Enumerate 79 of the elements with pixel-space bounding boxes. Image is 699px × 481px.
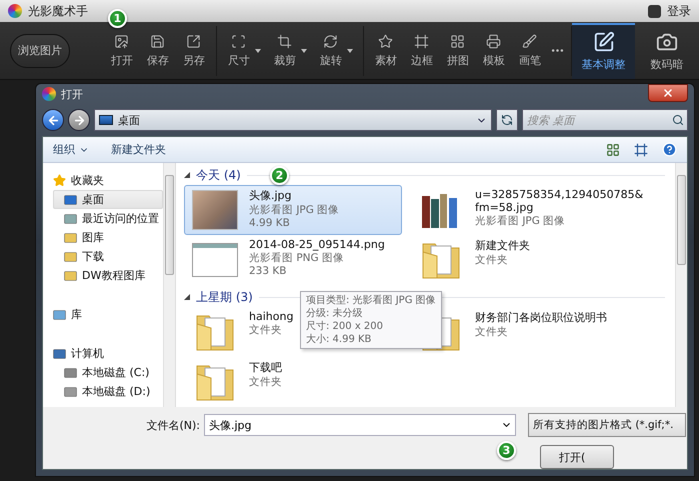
file-item[interactable]: 新建文件夹 文件夹	[410, 235, 665, 285]
toolbar-button[interactable]: 拼图	[442, 34, 474, 68]
file-type-dropdown[interactable]: 所有支持的图片格式 (*.gif;*.	[528, 413, 686, 437]
image-upload-icon	[114, 34, 130, 48]
command-button[interactable]: 新建文件夹	[111, 142, 166, 157]
file-item[interactable]: 2014-08-25_095144.png 光影看图 PNG 图像 233 KB	[184, 235, 402, 285]
star-icon	[53, 174, 66, 187]
file-item[interactable]: 下载吧 文件夹	[184, 357, 402, 407]
collapse-triangle-icon[interactable]	[184, 294, 190, 300]
close-button[interactable]	[648, 84, 688, 102]
nav-group[interactable]: 库	[53, 305, 163, 324]
address-bar[interactable]: 桌面	[94, 109, 492, 131]
dropdown-caret-icon[interactable]	[300, 48, 307, 52]
tooltip-line: 分级: 未分级	[306, 307, 363, 320]
open-button[interactable]: 打开(	[540, 445, 614, 469]
crop-icon	[277, 34, 292, 48]
edit-icon	[592, 31, 615, 53]
dropdown-caret-icon[interactable]	[346, 48, 353, 52]
login-link[interactable]: 登录	[667, 2, 691, 20]
file-item[interactable]: u=3285758354,1294050785&fm=58.jpg 光影看图 JPG 图像	[410, 185, 665, 235]
forward-button[interactable]	[68, 109, 90, 131]
dialog-title: 打开	[61, 86, 84, 102]
toolbar-button[interactable]: 尺寸	[222, 34, 255, 68]
brush-icon	[522, 34, 538, 48]
resize-icon	[231, 34, 246, 48]
nav-item[interactable]: DW教程图库	[53, 266, 163, 285]
app-title: 光影魔术手	[28, 2, 88, 20]
browse-button[interactable]: 浏览图片	[10, 34, 70, 68]
photo-placeholder	[192, 190, 238, 230]
nav-item[interactable]: 本地磁盘 (D:)	[53, 382, 163, 401]
back-button[interactable]	[42, 109, 64, 131]
dropdown-caret-icon[interactable]	[254, 48, 261, 52]
search-icon[interactable]	[672, 114, 684, 126]
app-logo-icon	[8, 4, 22, 18]
camera-icon	[656, 31, 678, 53]
toolbar-button[interactable]: 另存	[178, 34, 210, 68]
toolbar-button[interactable]: 素材	[370, 34, 402, 68]
grid-icon	[450, 34, 466, 48]
tooltip-line: 大小: 4.99 KB	[306, 333, 372, 346]
toolbar-button[interactable]: 旋转	[314, 34, 347, 68]
panel-tab[interactable]: 基本调整	[572, 22, 636, 78]
tooltip-line: 项目类型: 光影看图 JPG 图像	[306, 294, 436, 307]
tooltip-line: 尺寸: 200 x 200	[306, 320, 383, 333]
refresh-icon	[501, 114, 513, 126]
toolbar-button[interactable]: 画笔	[514, 34, 546, 68]
view-options-icon[interactable]	[606, 142, 620, 156]
toolbar-button[interactable]: 边框	[406, 34, 438, 68]
export-icon	[186, 34, 202, 48]
nav-group[interactable]: 计算机	[53, 344, 163, 363]
help-icon[interactable]	[662, 142, 677, 157]
search-field[interactable]: 搜索 桌面	[522, 109, 688, 131]
filename-field[interactable]: 头像.jpg	[204, 414, 516, 436]
app-logo-icon	[42, 87, 56, 101]
scrollbar[interactable]	[163, 163, 175, 407]
nav-item[interactable]: 最近访问的位置	[53, 209, 163, 228]
toolbar-button[interactable]: 打开	[106, 34, 138, 68]
scrollbar[interactable]	[675, 163, 687, 407]
command-button[interactable]: 组织	[53, 142, 75, 157]
toolbar-button[interactable]: 保存	[142, 34, 174, 68]
filename-label: 文件名(N):	[145, 418, 200, 432]
nav-item[interactable]: 下载	[53, 247, 163, 266]
panel-tab[interactable]: 数码暗	[635, 22, 699, 78]
printer-icon	[486, 34, 502, 48]
close-icon	[662, 87, 674, 99]
arrow-right-icon	[72, 114, 86, 126]
nav-item[interactable]: 本地磁盘 (C:)	[53, 363, 163, 382]
nav-item[interactable]: 图库	[53, 228, 163, 247]
nav-item[interactable]: 桌面	[53, 190, 163, 209]
toolbar-button[interactable]: 裁剪	[268, 34, 301, 68]
rotate-icon	[323, 34, 338, 48]
nav-group[interactable]: 收藏夹	[53, 171, 163, 190]
floppy-icon	[150, 34, 166, 48]
collapse-triangle-icon[interactable]	[184, 172, 190, 178]
screenshot-thumbnail	[192, 243, 238, 277]
star-icon	[378, 34, 394, 48]
arrow-left-icon	[46, 114, 60, 126]
toolbar-button[interactable]: 模板	[478, 34, 510, 68]
refresh-button[interactable]	[496, 109, 518, 131]
file-item[interactable]: 头像.jpg 光影看图 JPG 图像 4.99 KB	[184, 185, 402, 235]
